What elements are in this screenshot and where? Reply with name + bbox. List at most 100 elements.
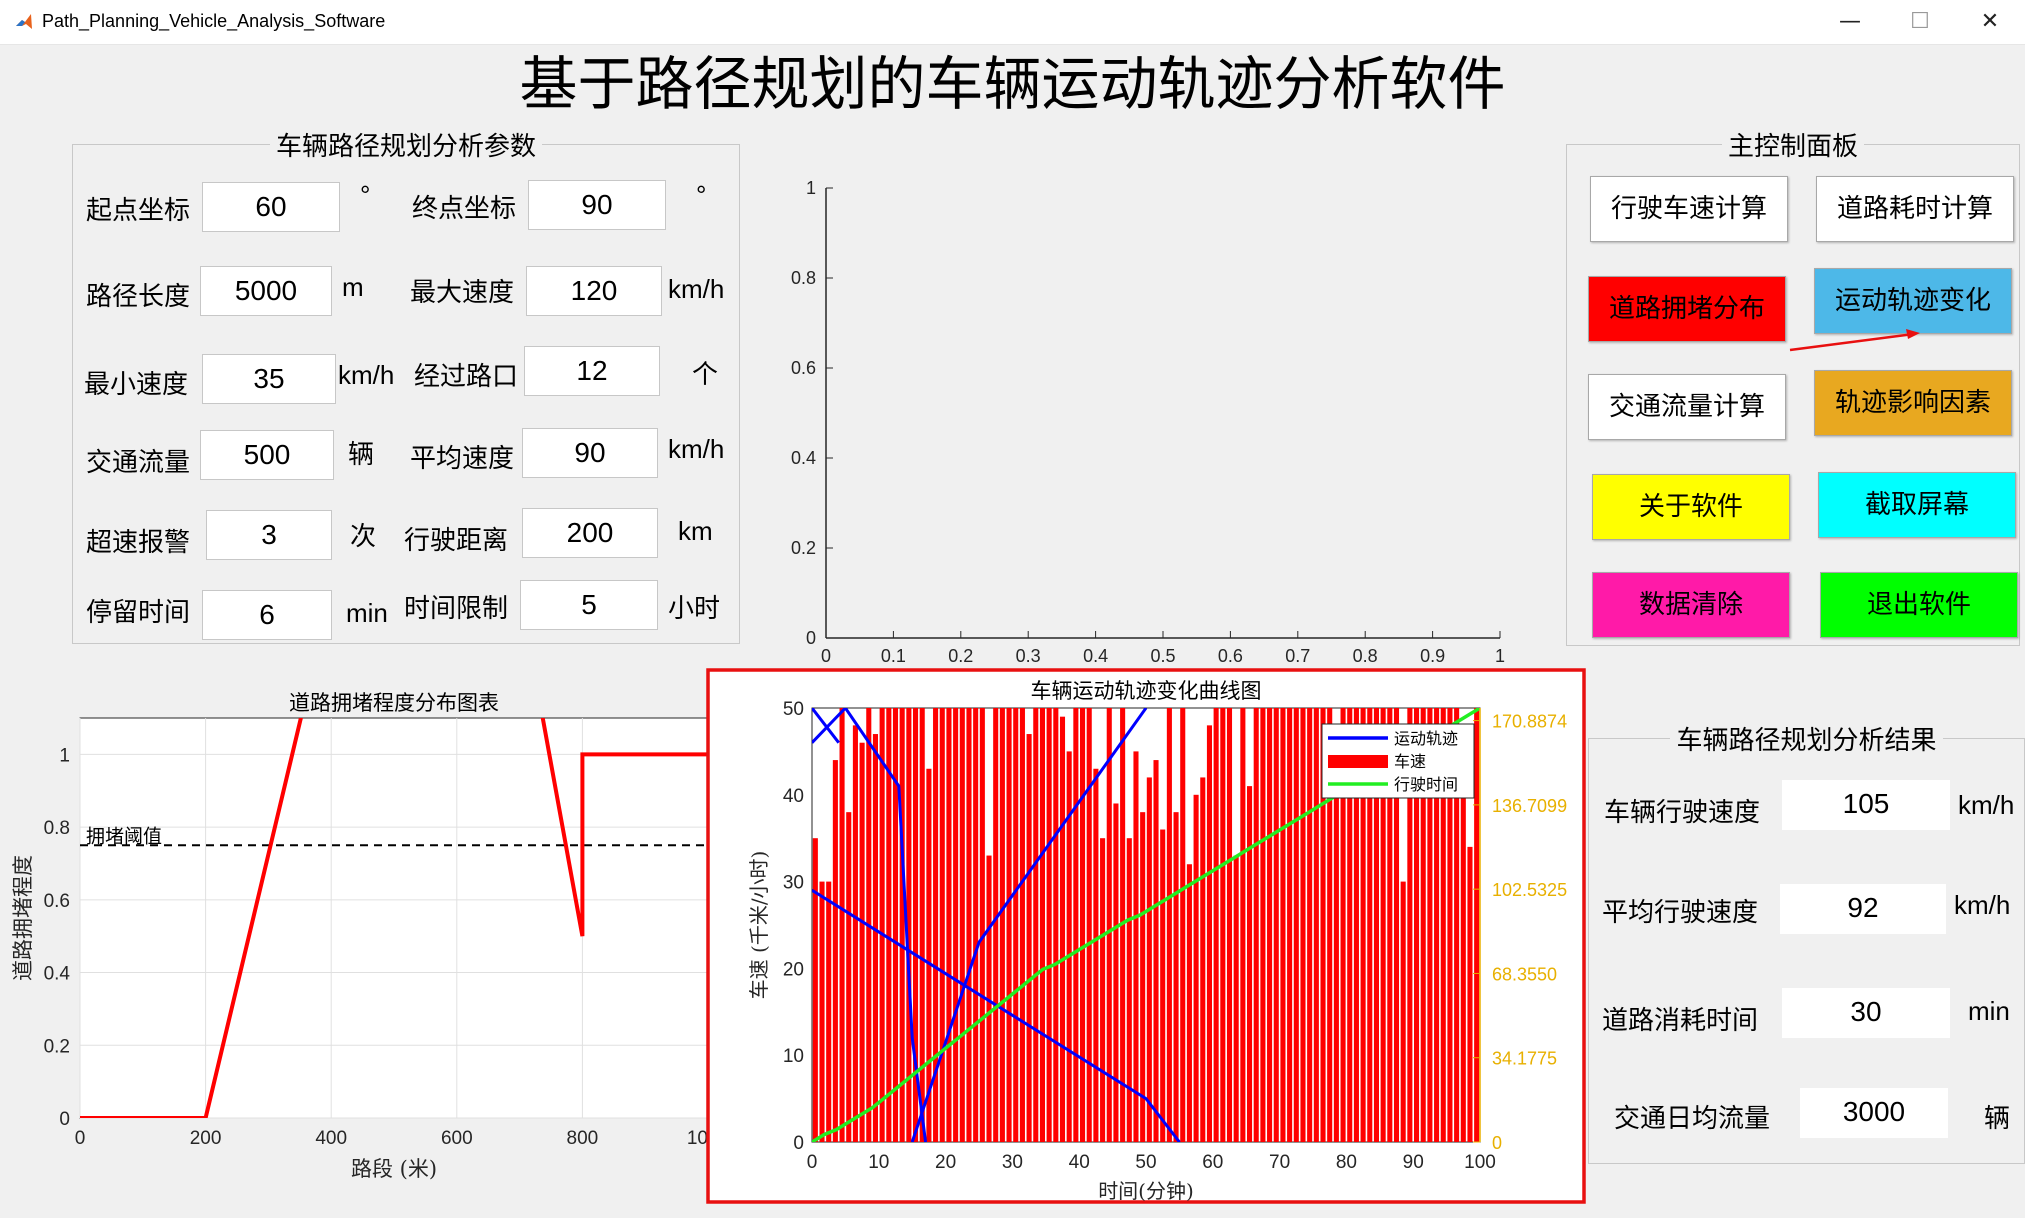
maximize-button[interactable]: ☐ bbox=[1885, 0, 1955, 44]
y2-tick-label: 68.3550 bbox=[1492, 964, 1557, 984]
clear-data-button[interactable]: 数据清除 bbox=[1592, 572, 1790, 638]
speed-bar bbox=[899, 708, 905, 1142]
max-speed-input[interactable]: 120 bbox=[526, 266, 662, 316]
min-speed-input[interactable]: 35 bbox=[202, 354, 336, 404]
exit-button[interactable]: 退出软件 bbox=[1820, 572, 2018, 638]
screenshot-button[interactable]: 截取屏幕 bbox=[1818, 472, 2016, 538]
y-tick-label: 0 bbox=[806, 628, 816, 648]
speed-bar bbox=[1300, 708, 1306, 1142]
distance-label: 行驶距离 bbox=[404, 526, 509, 556]
x-tick-label: 70 bbox=[1269, 1152, 1290, 1173]
min-speed-label: 最小速度 bbox=[84, 370, 189, 400]
params-panel-title: 车辆路径规划分析参数 bbox=[275, 132, 536, 162]
about-button[interactable]: 关于软件 bbox=[1592, 474, 1790, 540]
speed-bar bbox=[1100, 838, 1106, 1142]
end-coord-input[interactable]: 90 bbox=[528, 180, 666, 230]
x-tick-label: 800 bbox=[567, 1128, 599, 1149]
trajectory-chart: 0 10 20 30 40 50 60 70 80 90 10001020304050034.177… bbox=[706, 668, 1586, 1204]
x-tick-label: 30 bbox=[1002, 1152, 1023, 1173]
distance-input[interactable]: 200 bbox=[522, 508, 658, 558]
close-button[interactable]: ✕ bbox=[1955, 0, 2025, 44]
annotation-arrow bbox=[1789, 329, 1920, 352]
window-title: Path_Planning_Vehicle_Analysis_Software bbox=[42, 11, 386, 31]
y-tick-label: 0.4 bbox=[791, 448, 816, 468]
speed-bar bbox=[1080, 708, 1086, 1142]
legend-entry: 行驶时间 bbox=[1394, 775, 1458, 794]
trajectory-factors-button[interactable]: 轨迹影响因素 bbox=[1814, 370, 2012, 436]
speed-alarm-input[interactable]: 3 bbox=[206, 510, 332, 560]
speed-bar bbox=[872, 734, 878, 1142]
avg-speed-input[interactable]: 90 bbox=[522, 428, 658, 478]
speed-bar bbox=[832, 760, 838, 1142]
path-length-input[interactable]: 5000 bbox=[200, 266, 332, 316]
max-speed-unit: km/h bbox=[668, 274, 725, 304]
speed-bar bbox=[966, 708, 972, 1142]
y-tick-label: 30 bbox=[783, 873, 804, 894]
main-title: 基于路径规划的车辆运动轨迹分析软件 bbox=[519, 50, 1506, 118]
control-panel-title: 主控制面板 bbox=[1727, 132, 1858, 162]
path-length-unit: m bbox=[342, 272, 364, 302]
speed-bar bbox=[1253, 708, 1259, 1142]
result-avg-speed-unit: km/h bbox=[1954, 890, 2011, 920]
speed-bar bbox=[846, 812, 852, 1142]
speed-bar bbox=[1153, 760, 1159, 1142]
speed-bar bbox=[839, 708, 845, 1142]
y-tick-label: 0.8 bbox=[44, 818, 70, 839]
y-tick-label: 0.4 bbox=[44, 964, 71, 985]
y2-tick-label: 34.1775 bbox=[1492, 1049, 1557, 1069]
speed-bar bbox=[1093, 768, 1099, 1142]
time-limit-input[interactable]: 5 bbox=[520, 580, 658, 630]
stay-time-unit: min bbox=[346, 598, 388, 628]
speed-bar bbox=[1140, 812, 1146, 1142]
road-time-label: 道路消耗时间 bbox=[1602, 1006, 1759, 1036]
start-coord-unit: ° bbox=[360, 180, 371, 210]
intersections-input[interactable]: 12 bbox=[524, 346, 660, 396]
speed-bar bbox=[1213, 708, 1219, 1142]
trajectory-change-button[interactable]: 运动轨迹变化 bbox=[1814, 268, 2012, 334]
y-tick-label: 0.8 bbox=[791, 268, 816, 288]
speed-bar bbox=[1273, 708, 1279, 1142]
speed-bar bbox=[1220, 708, 1226, 1142]
speed-bar bbox=[879, 708, 885, 1142]
vehicle-speed-unit: km/h bbox=[1958, 790, 2015, 820]
congestion-dist-button[interactable]: 道路拥堵分布 bbox=[1588, 276, 1786, 342]
distance-unit: km bbox=[678, 516, 713, 546]
x-tick-label: 0 bbox=[75, 1128, 86, 1149]
x-tick-label: 600 bbox=[441, 1128, 473, 1149]
y-tick-label: 1 bbox=[806, 178, 816, 198]
speed-calc-button[interactable]: 行驶车速计算 bbox=[1590, 176, 1788, 242]
start-coord-input[interactable]: 60 bbox=[202, 182, 340, 232]
speed-bar bbox=[946, 708, 952, 1142]
road-time-unit: min bbox=[1968, 996, 2010, 1026]
threshold-label: 拥堵阈值 bbox=[86, 825, 162, 847]
traffic-flow-calc-button[interactable]: 交通流量计算 bbox=[1588, 374, 1786, 440]
speed-bar bbox=[1260, 708, 1266, 1142]
intersections-label: 经过路口 bbox=[414, 362, 519, 392]
stay-time-input[interactable]: 6 bbox=[202, 590, 332, 640]
min-speed-unit: km/h bbox=[338, 360, 395, 390]
y-tick-label: 50 bbox=[783, 699, 804, 720]
x-tick-label: 100 bbox=[1464, 1152, 1496, 1173]
speed-bar bbox=[1053, 708, 1059, 1142]
congestion-chart: 0200400600800100000.20.40.60.81拥堵阈值道路拥堵程… bbox=[11, 691, 729, 1181]
title-bar: Path_Planning_Vehicle_Analysis_Software … bbox=[0, 0, 2025, 45]
avg-speed-label: 平均速度 bbox=[410, 444, 515, 474]
speed-bar bbox=[993, 708, 999, 1142]
speed-alarm-unit: 次 bbox=[350, 522, 377, 552]
y2-tick-label: 0 bbox=[1492, 1133, 1502, 1153]
daily-flow-value: 3000 bbox=[1800, 1088, 1948, 1138]
x-tick-label: 0.1 bbox=[881, 646, 906, 666]
speed-bar bbox=[939, 708, 945, 1142]
speed-bar bbox=[1233, 855, 1239, 1142]
traffic-flow-input[interactable]: 500 bbox=[200, 430, 334, 480]
y-tick-label: 0.2 bbox=[791, 538, 816, 558]
time-limit-label: 时间限制 bbox=[404, 594, 509, 624]
y-tick-label: 0 bbox=[59, 1109, 70, 1130]
minimize-button[interactable]: — bbox=[1815, 0, 1885, 44]
path-length-label: 路径长度 bbox=[86, 282, 191, 312]
road-time-calc-button[interactable]: 道路耗时计算 bbox=[1816, 176, 2014, 242]
speed-bar bbox=[1166, 708, 1172, 1142]
end-coord-label: 终点坐标 bbox=[412, 194, 517, 224]
y-tick-label: 10 bbox=[783, 1046, 804, 1067]
max-speed-label: 最大速度 bbox=[410, 278, 515, 308]
